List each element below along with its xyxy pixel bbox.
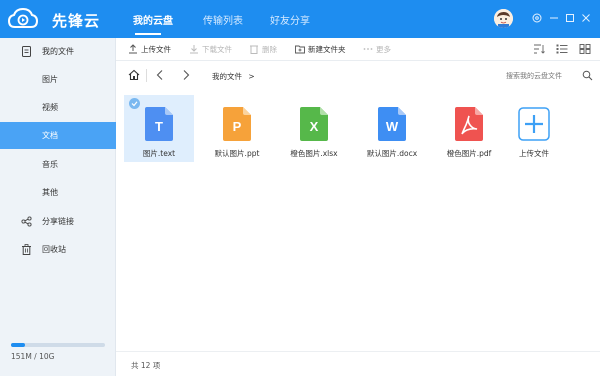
upload-label: 上传文件 xyxy=(141,45,171,54)
sidebar-item-other[interactable]: 其他 xyxy=(0,179,116,206)
cloud-logo-icon xyxy=(8,7,38,28)
title-bar: 先锋云 我的云盘 传输列表 好友分享 xyxy=(0,0,600,38)
file-name: 默认图片.docx xyxy=(366,149,418,158)
file-name: 上传文件 xyxy=(519,149,549,158)
breadcrumb-item[interactable]: 我的文件 xyxy=(212,72,242,81)
sidebar-item-label: 音乐 xyxy=(42,160,58,169)
sidebar-item-label: 文档 xyxy=(42,131,58,140)
tab-my-cloud[interactable]: 我的云盘 xyxy=(133,12,173,27)
new-folder-button[interactable]: 新建文件夹 xyxy=(295,44,346,55)
sidebar-item-label: 视频 xyxy=(42,103,58,112)
list-view-icon[interactable] xyxy=(556,44,568,54)
more-button[interactable]: 更多 xyxy=(363,44,391,55)
upload-icon xyxy=(129,44,137,54)
more-label: 更多 xyxy=(376,45,391,54)
search-input[interactable] xyxy=(506,69,594,82)
breadcrumb[interactable]: 我的文件 > xyxy=(212,71,255,82)
settings-icon[interactable] xyxy=(530,11,544,25)
sidebar-item-label: 图片 xyxy=(42,75,58,84)
upload-file-tile[interactable]: 上传文件 xyxy=(499,95,569,162)
ppt-file-icon: P xyxy=(223,107,251,141)
avatar[interactable] xyxy=(494,9,513,28)
svg-text:P: P xyxy=(233,119,242,134)
sidebar-item-my-files[interactable]: 我的文件 xyxy=(0,38,116,65)
sidebar: 我的文件 图片 视频 文档 音乐 其他 分享链接 回收站 151M / 10G xyxy=(0,38,116,376)
checkmark-icon[interactable] xyxy=(129,98,140,109)
svg-text:T: T xyxy=(155,119,163,134)
path-bar: 我的文件 > xyxy=(116,61,600,89)
tab-friend-share[interactable]: 好友分享 xyxy=(270,12,310,27)
delete-button[interactable]: 删除 xyxy=(249,44,277,55)
file-item-ppt[interactable]: P 默认图片.ppt xyxy=(202,95,272,162)
avatar-image xyxy=(494,9,513,28)
sidebar-item-documents[interactable]: 文档 xyxy=(0,122,116,149)
tab-transfer-list[interactable]: 传输列表 xyxy=(203,12,243,27)
close-icon[interactable] xyxy=(579,11,593,25)
minimize-icon[interactable] xyxy=(547,11,561,25)
trash-icon xyxy=(250,45,258,54)
search-icon[interactable] xyxy=(582,70,593,81)
upload-button[interactable]: 上传文件 xyxy=(128,44,171,55)
active-tab-indicator xyxy=(135,33,161,35)
download-icon xyxy=(190,45,198,54)
home-icon[interactable] xyxy=(128,69,140,81)
storage-progress-fill xyxy=(11,343,26,347)
sidebar-item-share-links[interactable]: 分享链接 xyxy=(0,208,116,235)
share-icon xyxy=(21,216,32,227)
sidebar-item-label: 分享链接 xyxy=(42,217,74,226)
file-item-docx[interactable]: W 默认图片.docx xyxy=(357,95,427,162)
file-name: 默认图片.ppt xyxy=(214,149,260,158)
sidebar-item-label: 回收站 xyxy=(42,245,66,254)
sidebar-item-label: 我的文件 xyxy=(42,47,74,56)
file-item-pdf[interactable]: 橙色图片.pdf xyxy=(434,95,504,162)
sort-icon[interactable] xyxy=(533,44,545,54)
file-name: 橙色图片.pdf xyxy=(446,149,492,158)
sidebar-item-music[interactable]: 音乐 xyxy=(0,151,116,178)
toolbar: 上传文件 下载文件 删除 新建文件夹 更多 xyxy=(116,38,600,61)
forward-arrow-icon[interactable] xyxy=(180,69,192,81)
file-name: 图片.text xyxy=(142,149,176,158)
delete-label: 删除 xyxy=(262,45,277,54)
pdf-file-icon xyxy=(455,107,483,141)
word-file-icon: W xyxy=(378,107,406,141)
sidebar-item-recycle-bin[interactable]: 回收站 xyxy=(0,236,116,263)
divider xyxy=(146,69,147,82)
download-label: 下载文件 xyxy=(202,45,232,54)
file-item-xlsx[interactable]: X 橙色图片.xlsx xyxy=(279,95,349,162)
more-dots-icon xyxy=(363,48,373,50)
maximize-icon[interactable] xyxy=(563,11,577,25)
folder-plus-icon xyxy=(295,45,305,54)
storage-usage-text: 151M / 10G xyxy=(11,352,55,361)
text-file-icon: T xyxy=(145,107,173,141)
sidebar-item-videos[interactable]: 视频 xyxy=(0,94,116,121)
sidebar-item-label: 其他 xyxy=(42,188,58,197)
add-upload-icon xyxy=(518,107,550,141)
new-folder-label: 新建文件夹 xyxy=(308,45,346,54)
excel-file-icon: X xyxy=(300,107,328,141)
app-title: 先锋云 xyxy=(52,12,101,30)
back-arrow-icon[interactable] xyxy=(154,69,166,81)
svg-text:X: X xyxy=(310,119,319,134)
sidebar-item-images[interactable]: 图片 xyxy=(0,66,116,93)
item-count: 共 12 项 xyxy=(131,361,161,370)
grid-view-icon[interactable] xyxy=(579,44,591,54)
file-item-text[interactable]: T 图片.text xyxy=(124,95,194,162)
document-icon xyxy=(22,46,31,57)
svg-text:W: W xyxy=(386,119,399,134)
download-button[interactable]: 下载文件 xyxy=(189,44,232,55)
storage-progress-bar xyxy=(11,343,105,347)
breadcrumb-separator: > xyxy=(248,72,255,81)
trash-icon xyxy=(22,244,31,255)
file-name: 橙色图片.xlsx xyxy=(290,149,338,158)
status-bar: 共 12 项 xyxy=(116,351,600,376)
